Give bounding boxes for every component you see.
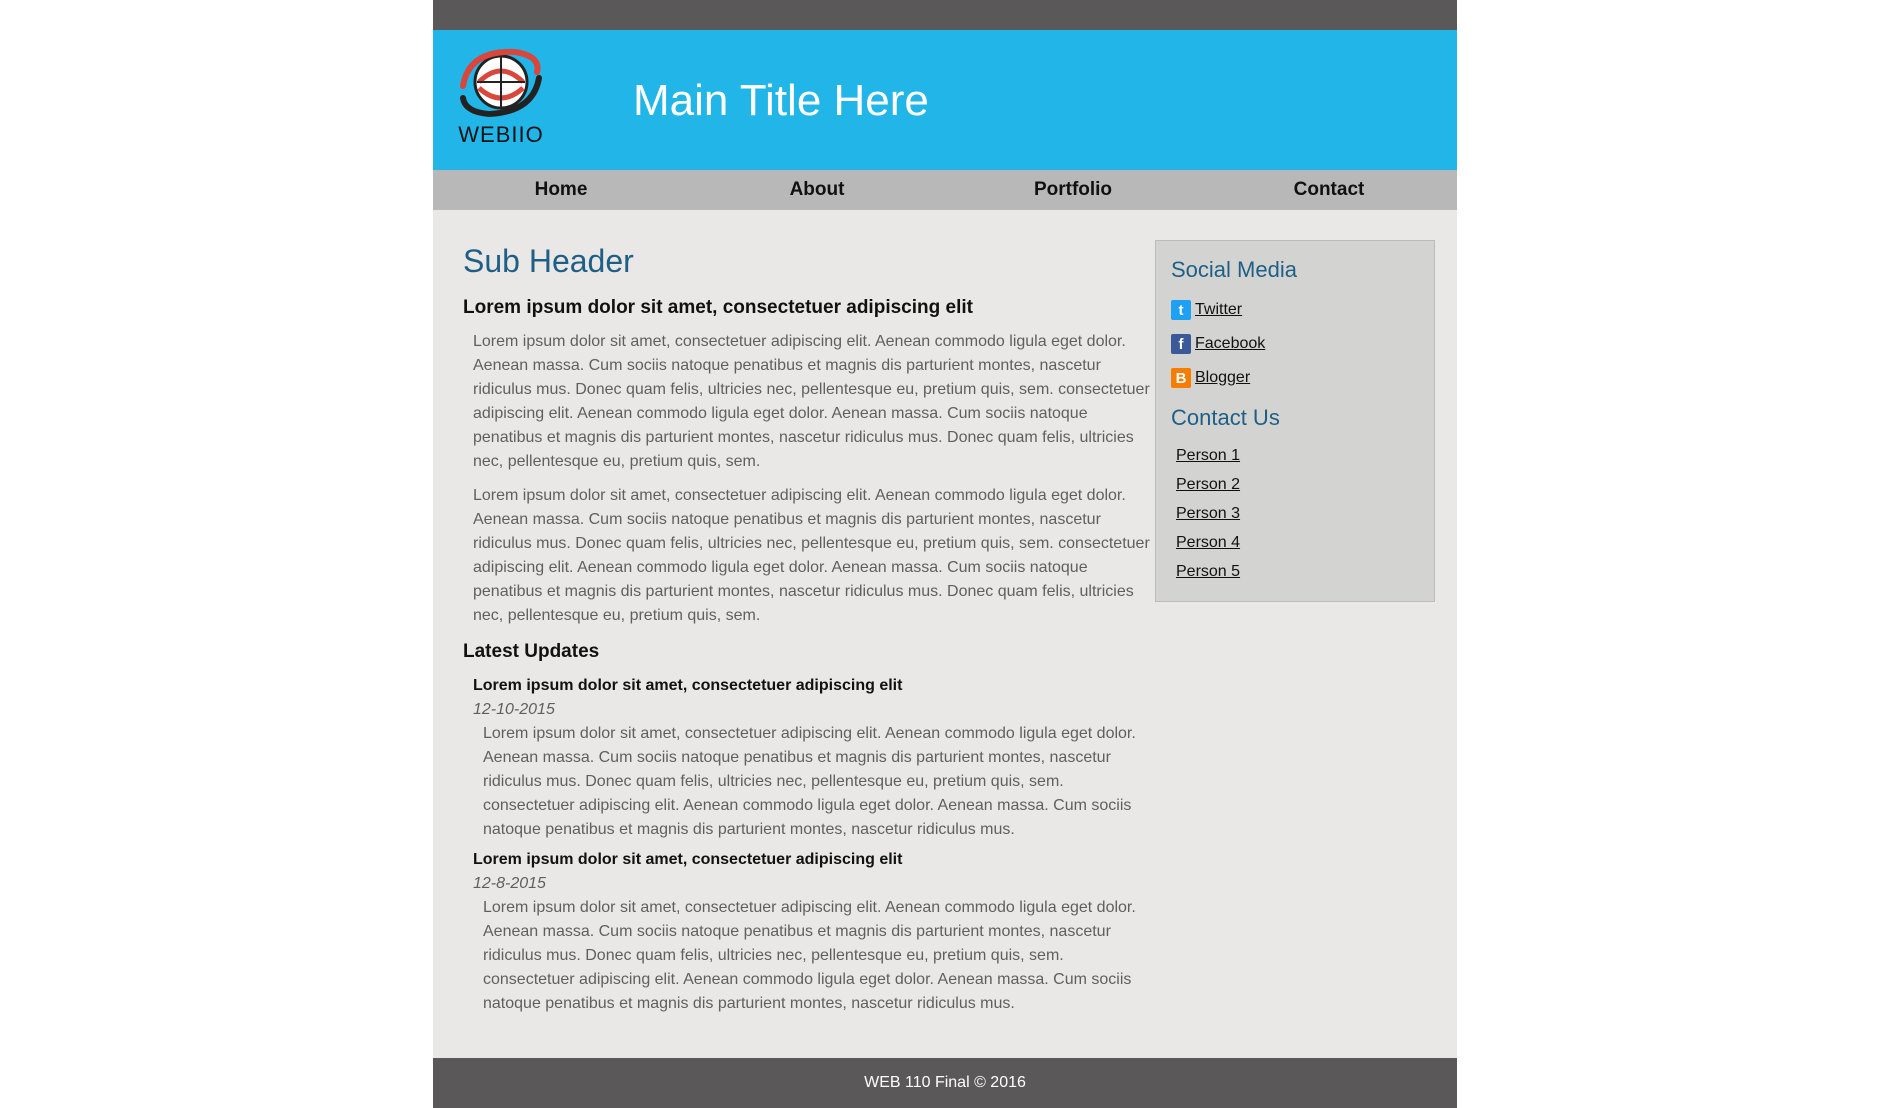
main-content: Sub Header Lorem ipsum dolor sit amet, c… — [463, 238, 1151, 1022]
site-logo[interactable]: WEBIIO — [449, 42, 553, 148]
top-bar — [433, 0, 1457, 30]
contact-link-person-5[interactable]: Person 5 — [1176, 557, 1419, 586]
contact-link-person-2[interactable]: Person 2 — [1176, 470, 1419, 499]
body-paragraph: Lorem ipsum dolor sit amet, consectetuer… — [473, 333, 1150, 470]
body-paragraph: Lorem ipsum dolor sit amet, consectetuer… — [473, 487, 1150, 624]
facebook-icon: f — [1171, 334, 1191, 354]
site-footer: WEB 110 Final © 2016 — [433, 1058, 1457, 1108]
facebook-link[interactable]: Facebook — [1195, 335, 1265, 353]
update-text: Lorem ipsum dolor sit amet, consectetuer… — [483, 725, 1136, 838]
main-nav: Home About Portfolio Contact — [433, 170, 1457, 210]
intro-heading: Lorem ipsum dolor sit amet, consectetuer… — [463, 297, 973, 318]
update-item: Lorem ipsum dolor sit amet, consectetuer… — [473, 674, 1151, 842]
nav-item-portfolio[interactable]: Portfolio — [945, 170, 1201, 210]
blogger-link[interactable]: Blogger — [1195, 369, 1250, 387]
nav-item-home[interactable]: Home — [433, 170, 689, 210]
update-text: Lorem ipsum dolor sit amet, consectetuer… — [483, 899, 1136, 1012]
contact-link-person-1[interactable]: Person 1 — [1176, 441, 1419, 470]
blogger-icon: B — [1171, 368, 1191, 388]
latest-updates-heading: Latest Updates — [463, 641, 600, 662]
page: WEBIIO Main Title Here Home About Portfo… — [433, 0, 1457, 1108]
twitter-link[interactable]: Twitter — [1195, 301, 1242, 319]
sub-header: Sub Header — [463, 243, 634, 279]
social-link-twitter[interactable]: t Twitter — [1171, 293, 1419, 327]
update-date: 12-8-2015 — [473, 875, 546, 892]
site-header: WEBIIO Main Title Here — [433, 30, 1457, 170]
nav-item-contact[interactable]: Contact — [1201, 170, 1457, 210]
twitter-icon: t — [1171, 300, 1191, 320]
logo-text: WEBIIO — [458, 122, 544, 147]
main-title: Main Title Here — [633, 76, 929, 125]
update-item: Lorem ipsum dolor sit amet, consectetuer… — [473, 848, 1151, 1016]
social-link-facebook[interactable]: f Facebook — [1171, 327, 1419, 361]
globe-logo-icon — [460, 48, 542, 118]
update-title: Lorem ipsum dolor sit amet, consectetuer… — [473, 851, 903, 868]
update-title: Lorem ipsum dolor sit amet, consectetuer… — [473, 677, 903, 694]
sidebar: Social Media t Twitter f Facebook B Blog… — [1155, 240, 1435, 602]
contact-link-person-4[interactable]: Person 4 — [1176, 528, 1419, 557]
contact-link-person-3[interactable]: Person 3 — [1176, 499, 1419, 528]
social-media-heading: Social Media — [1171, 257, 1297, 282]
contact-us-heading: Contact Us — [1171, 405, 1280, 430]
update-date: 12-10-2015 — [473, 701, 555, 718]
nav-item-about[interactable]: About — [689, 170, 945, 210]
social-link-blogger[interactable]: B Blogger — [1171, 361, 1419, 395]
